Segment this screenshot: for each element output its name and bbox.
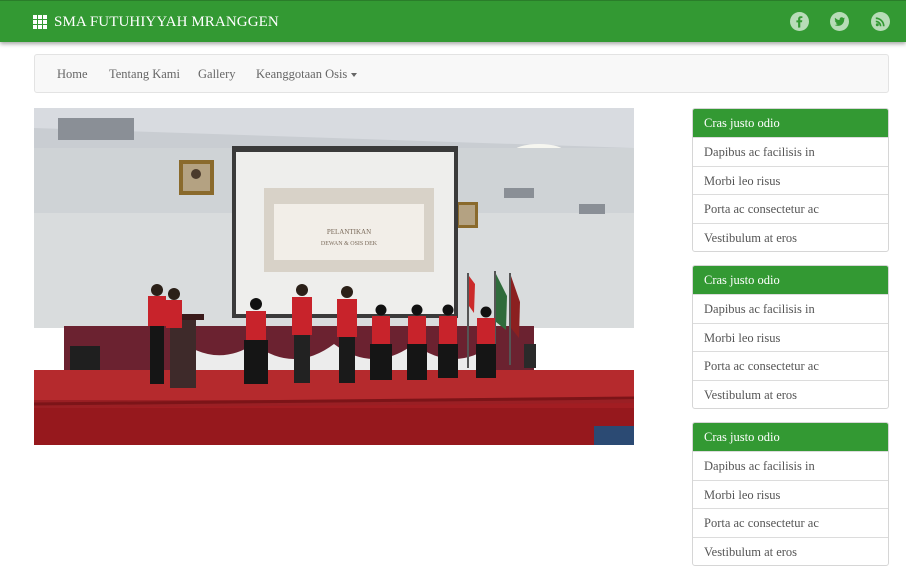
facebook-icon[interactable] bbox=[790, 12, 809, 31]
nav-keanggotaan-osis[interactable]: Keanggotaan Osis bbox=[256, 67, 358, 82]
sidebar-panel-1: Cras justo odio Dapibus ac facilisis in … bbox=[692, 108, 889, 252]
screen-line-2: DEWAN & OSIS DEK bbox=[321, 241, 378, 247]
brand-link[interactable]: SMA FUTUHIYYAH MRANGGEN bbox=[33, 13, 279, 31]
grid-icon bbox=[33, 15, 47, 29]
twitter-icon[interactable] bbox=[830, 12, 849, 31]
nav-home[interactable]: Home bbox=[57, 67, 88, 82]
main-navbar: Home Tentang Kami Gallery Keanggotaan Os… bbox=[34, 54, 889, 93]
rss-icon[interactable] bbox=[871, 12, 890, 31]
screen-line-1: PELANTIKAN bbox=[327, 228, 371, 236]
hero-photo: PELANTIKAN DEWAN & OSIS DEK bbox=[34, 108, 634, 445]
panel-heading: Cras justo odio bbox=[693, 266, 888, 294]
sidebar-panel-2: Cras justo odio Dapibus ac facilisis in … bbox=[692, 265, 889, 409]
list-item[interactable]: Porta ac consectetur ac bbox=[693, 194, 888, 223]
list-item[interactable]: Dapibus ac facilisis in bbox=[693, 137, 888, 166]
caret-down-icon bbox=[351, 73, 358, 78]
list-item[interactable]: Vestibulum at eros bbox=[693, 222, 888, 252]
list-item[interactable]: Morbi leo risus bbox=[693, 165, 888, 195]
list-item[interactable]: Morbi leo risus bbox=[693, 322, 888, 352]
sidebar-panel-3: Cras justo odio Dapibus ac facilisis in … bbox=[692, 422, 889, 566]
nav-keanggotaan-osis-label: Keanggotaan Osis bbox=[256, 67, 348, 81]
list-item[interactable]: Vestibulum at eros bbox=[693, 536, 888, 566]
panel-heading: Cras justo odio bbox=[693, 423, 888, 451]
list-item[interactable]: Porta ac consectetur ac bbox=[693, 508, 888, 537]
nav-tentang-kami[interactable]: Tentang Kami bbox=[109, 67, 180, 82]
list-item[interactable]: Morbi leo risus bbox=[693, 479, 888, 509]
nav-gallery[interactable]: Gallery bbox=[198, 67, 235, 82]
list-item[interactable]: Dapibus ac facilisis in bbox=[693, 451, 888, 480]
list-item[interactable]: Vestibulum at eros bbox=[693, 379, 888, 409]
list-item[interactable]: Dapibus ac facilisis in bbox=[693, 294, 888, 323]
brand-title[interactable]: SMA FUTUHIYYAH MRANGGEN bbox=[54, 14, 279, 31]
list-item[interactable]: Porta ac consectetur ac bbox=[693, 351, 888, 380]
top-header: SMA FUTUHIYYAH MRANGGEN bbox=[0, 0, 906, 42]
panel-heading: Cras justo odio bbox=[693, 109, 888, 137]
